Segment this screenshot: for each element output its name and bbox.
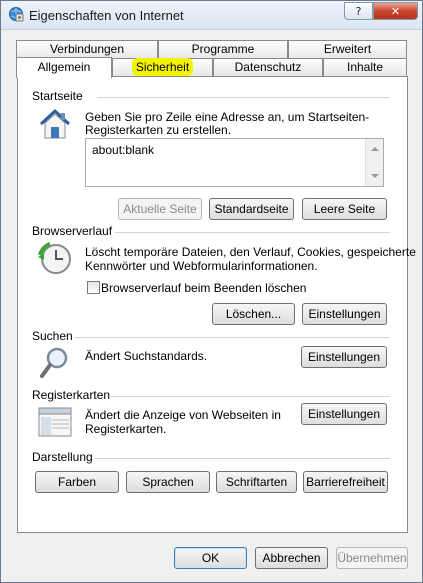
search-magnifier-icon <box>40 347 68 378</box>
browserverlauf-description-line1: Löscht temporäre Dateien, den Verlauf, C… <box>85 245 416 259</box>
address-scrollbar[interactable] <box>365 139 383 186</box>
current-page-button[interactable]: Aktuelle Seite <box>118 198 202 220</box>
button-label: Einstellungen <box>307 407 381 421</box>
registerkarten-description-line1: Ändert die Anzeige von Webseiten in <box>85 408 281 422</box>
button-label: Einstellungen <box>308 307 381 321</box>
homepage-address-value: about:blank <box>92 143 155 157</box>
history-clock-icon <box>38 242 71 274</box>
button-label: Löschen... <box>225 307 282 321</box>
button-label: Übernehmen <box>337 551 407 565</box>
internet-options-window: Eigenschaften von Internet ? ✕ Verbindun… <box>0 0 423 583</box>
apply-button[interactable]: Übernehmen <box>336 547 408 569</box>
search-settings-button[interactable]: Einstellungen <box>301 346 387 368</box>
languages-button[interactable]: Sprachen <box>126 471 210 493</box>
divider <box>115 232 390 233</box>
home-icon <box>39 108 71 139</box>
tab-label: Allgemein <box>37 60 91 74</box>
button-label: Sprachen <box>142 475 194 489</box>
divider <box>95 458 390 459</box>
section-title-darstellung: Darstellung <box>32 450 93 464</box>
tabs-settings-button[interactable]: Einstellungen <box>301 403 387 425</box>
delete-history-on-exit-label[interactable]: Browserverlauf beim Beenden löschen <box>101 281 306 295</box>
suchen-description: Ändert Suchstandards. <box>85 349 208 363</box>
close-icon: ✕ <box>390 4 401 18</box>
help-button[interactable]: ? <box>344 2 373 20</box>
section-title-startseite: Startseite <box>32 89 83 103</box>
section-title-suchen: Suchen <box>32 329 73 343</box>
scroll-down-icon[interactable] <box>371 174 379 178</box>
tab-sicherheit[interactable]: Sicherheit <box>112 58 213 77</box>
cancel-button[interactable]: Abbrechen <box>255 547 328 569</box>
delete-history-button[interactable]: Löschen... <box>212 303 295 325</box>
tab-label: Inhalte <box>346 60 384 74</box>
button-label: Leere Seite <box>313 202 376 216</box>
window-title: Eigenschaften von Internet <box>29 8 184 23</box>
tab-label-highlighted: Sicherheit <box>131 58 194 76</box>
startseite-description-line2: Registerkarten zu erstellen. <box>85 123 232 137</box>
default-page-button[interactable]: Standardseite <box>209 198 294 220</box>
button-label: Standardseite <box>214 202 289 216</box>
internet-options-icon <box>9 7 24 22</box>
divider <box>74 337 390 338</box>
button-label: Einstellungen <box>307 350 381 364</box>
fonts-button[interactable]: Schriftarten <box>216 471 297 493</box>
homepage-address-input[interactable]: about:blank <box>85 138 384 187</box>
tab-label: Programme <box>191 42 255 56</box>
button-label: Farben <box>57 475 97 489</box>
scroll-up-icon[interactable] <box>371 147 379 151</box>
tab-label: Verbindungen <box>49 42 125 56</box>
tab-erweitert[interactable]: Erweitert <box>288 40 407 60</box>
tab-inhalte[interactable]: Inhalte <box>323 58 407 77</box>
button-label: Aktuelle Seite <box>123 202 197 216</box>
divider <box>109 396 390 397</box>
section-title-registerkarten: Registerkarten <box>32 388 111 402</box>
browserverlauf-description-line2: Kennwörter und Webformularinformationen. <box>85 259 318 273</box>
history-settings-button[interactable]: Einstellungen <box>302 303 387 325</box>
button-label: OK <box>201 551 220 565</box>
tabs-window-icon <box>38 407 72 437</box>
startseite-description-line1: Geben Sie pro Zeile eine Adresse an, um … <box>85 110 370 124</box>
title-bar: Eigenschaften von Internet ? ✕ <box>1 1 422 30</box>
close-button[interactable]: ✕ <box>373 2 418 20</box>
tab-programme[interactable]: Programme <box>158 40 288 60</box>
divider <box>97 97 390 98</box>
delete-history-on-exit-checkbox[interactable] <box>87 281 100 294</box>
tab-label: Datenschutz <box>234 60 302 74</box>
registerkarten-description-line2: Registerkarten. <box>85 422 167 436</box>
help-icon: ? <box>355 4 362 18</box>
accessibility-button[interactable]: Barrierefreiheit <box>303 471 388 493</box>
blank-page-button[interactable]: Leere Seite <box>302 198 387 220</box>
button-label: Abbrechen <box>262 551 321 565</box>
tab-label: Erweitert <box>323 42 372 56</box>
button-label: Barrierefreiheit <box>306 475 385 489</box>
colors-button[interactable]: Farben <box>35 471 119 493</box>
tab-datenschutz[interactable]: Datenschutz <box>213 58 323 77</box>
section-title-browserverlauf: Browserverlauf <box>32 224 113 238</box>
button-label: Schriftarten <box>225 475 288 489</box>
tab-allgemein[interactable]: Allgemein <box>16 57 112 78</box>
ok-button[interactable]: OK <box>174 547 247 569</box>
